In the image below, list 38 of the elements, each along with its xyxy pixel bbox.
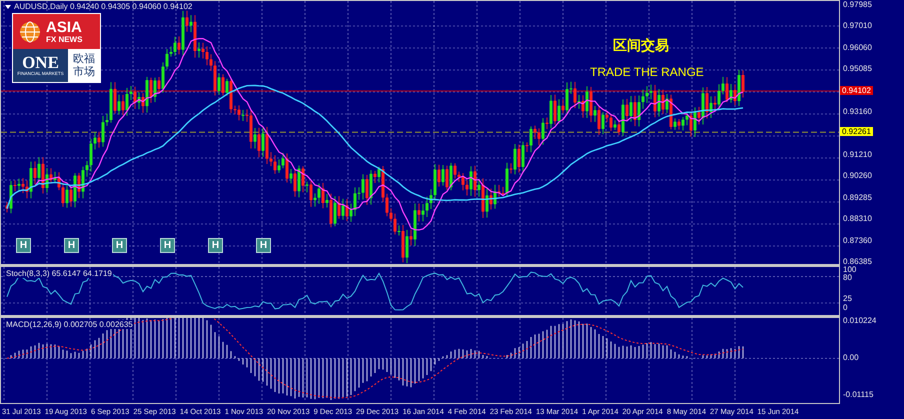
price-tag: 0.94102 <box>840 86 873 96</box>
h-marker: H <box>112 238 127 253</box>
indicator-label: Stoch(8,3,3) 65.6147 64.1719 <box>5 269 113 278</box>
macd-axis-label: -0.01115 <box>843 390 874 400</box>
h-marker: H <box>208 238 223 253</box>
chart-header: AUDUSD,Daily 0.94240 0.94305 0.94060 0.94102 <box>14 2 192 11</box>
price-axis-label: 0.86385 <box>843 257 872 266</box>
price-axis-label: 0.93160 <box>843 107 872 116</box>
h-marker: H <box>64 238 79 253</box>
h-marker: H <box>160 238 175 253</box>
price-axis-label: 0.89285 <box>843 192 872 202</box>
price-axis-label: 0.97985 <box>843 0 872 9</box>
stochastic-axis-label: 0 <box>843 302 848 312</box>
stochastic-axis-label: 80 <box>843 273 852 282</box>
dropdown-triangle-icon[interactable] <box>5 4 11 8</box>
price-axis-label: 0.88310 <box>843 214 872 224</box>
macd-axis-label: 0.010224 <box>843 316 876 326</box>
logo-text: ONE <box>22 54 59 71</box>
h-marker: H <box>16 238 31 253</box>
price-axis-label: 0.91210 <box>843 150 872 159</box>
price-axis-label: 0.96060 <box>843 42 872 52</box>
globe-icon <box>19 20 41 42</box>
price-axis-label: 0.97010 <box>843 21 872 30</box>
annotation-title: 区间交易 <box>613 37 669 55</box>
price-tag: 0.92261 <box>840 127 873 136</box>
price-axis-label: 0.87360 <box>843 236 872 245</box>
annotation-subtitle: TRADE THE RANGE <box>590 65 704 79</box>
price-axis-label: 0.95085 <box>843 64 872 74</box>
logo-text: 欧福 <box>73 52 95 66</box>
macd-axis-label: 0.00 <box>843 353 859 362</box>
indicator-label: MACD(12,26,9) 0.002705 0.002635 <box>5 320 134 330</box>
logo-text: ASIA <box>46 20 82 34</box>
stochastic-axis-label: 100 <box>843 265 856 274</box>
price-axis-label: 0.90260 <box>843 171 872 180</box>
h-marker: H <box>256 238 271 253</box>
logo-text: 市场 <box>73 66 95 78</box>
logo-text: FX NEWS <box>46 34 82 44</box>
stochastic-axis-label: 25 <box>843 294 852 304</box>
